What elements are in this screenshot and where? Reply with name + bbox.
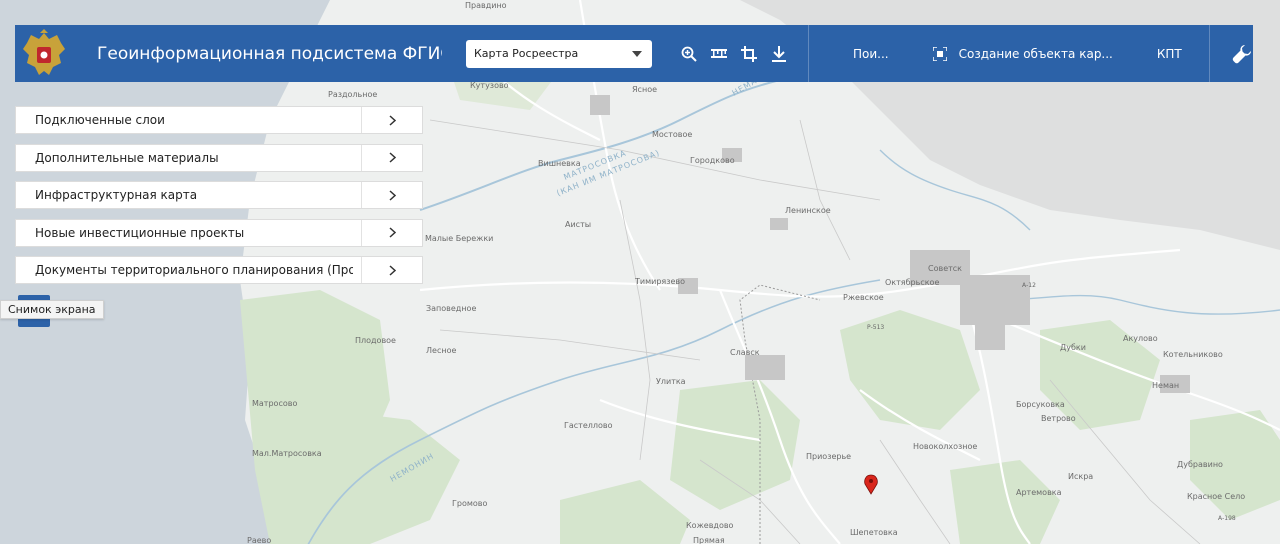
place-label: Приозерье — [806, 452, 851, 461]
place-label: Лесное — [426, 346, 456, 355]
download-icon — [772, 45, 786, 62]
place-label: Матросово — [252, 399, 297, 408]
app-title: Геоинформационная подсистема ФГИС ТП — [97, 43, 442, 64]
place-label: Плодовое — [355, 336, 396, 345]
place-label: Ясное — [632, 85, 657, 94]
place-label: Правдино — [465, 1, 507, 10]
road-label: А-12 — [1022, 282, 1036, 289]
place-label: Громово — [452, 499, 487, 508]
divider — [1208, 25, 1210, 82]
place-label: Раево — [247, 536, 271, 544]
panel-label: Новые инвестиционные проекты — [35, 225, 245, 240]
panel-connected-layers[interactable]: Подключенные слои — [15, 106, 423, 134]
place-label: Кутузово — [470, 81, 509, 90]
zoom-in-button[interactable] — [674, 39, 704, 69]
kpt-menu-item[interactable]: КПТ — [1157, 47, 1182, 61]
place-label: Улитка — [656, 377, 686, 386]
place-label: Аисты — [565, 220, 591, 229]
panel-label: Инфраструктурная карта — [35, 188, 198, 203]
wrench-icon — [1232, 44, 1251, 63]
place-label: Артемовка — [1016, 488, 1062, 497]
place-label: Славск — [730, 348, 760, 357]
place-label: Ленинское — [785, 206, 831, 215]
caret-down-icon — [632, 47, 642, 60]
divider — [808, 25, 809, 82]
search-menu-item[interactable]: Пои... — [853, 47, 889, 61]
chevron-right-icon[interactable] — [361, 182, 422, 209]
place-label: Мал.Матросовка — [252, 449, 322, 458]
road-label: Р-513 — [867, 324, 884, 331]
chevron-right-icon[interactable] — [361, 219, 422, 246]
panel-infrastructure-map[interactable]: Инфраструктурная карта — [15, 181, 423, 210]
basemap-select-value: Карта Росреестра — [474, 47, 579, 60]
place-label: Мостовое — [652, 130, 692, 139]
header-bar: Геоинформационная подсистема ФГИС ТП Кар… — [15, 25, 1253, 82]
zoom-in-icon — [681, 46, 697, 62]
ruler-icon — [711, 48, 727, 58]
place-label: Дубравино — [1177, 460, 1223, 469]
panel-additional-materials[interactable]: Дополнительные материалы — [15, 143, 423, 172]
place-label: Красное Село — [1187, 492, 1245, 501]
place-label: Борсуковка — [1016, 400, 1065, 409]
chevron-right-icon[interactable] — [361, 144, 422, 171]
screenshot-tooltip: Снимок экрана — [0, 300, 104, 319]
map-tools — [674, 39, 794, 69]
download-button[interactable] — [764, 39, 794, 69]
place-label: Ветрово — [1041, 414, 1076, 423]
place-label: Советск — [928, 264, 962, 273]
place-label: Неман — [1152, 381, 1179, 390]
place-label: Ржевское — [843, 293, 884, 302]
place-label: Шепетовка — [850, 528, 898, 537]
place-label: Кожевдово — [686, 521, 734, 530]
layers-panel-list: Подключенные слои Дополнительные материа… — [15, 106, 423, 294]
place-label: Гастеллово — [564, 421, 613, 430]
place-label: Городково — [690, 156, 735, 165]
panel-label: Документы территориального планирования … — [35, 263, 353, 278]
crop-button[interactable] — [734, 39, 764, 69]
place-label: Прямая — [693, 536, 725, 544]
target-icon — [932, 46, 947, 61]
place-label: Раздольное — [328, 90, 377, 99]
panel-territorial-planning-docs[interactable]: Документы территориального планирования … — [15, 256, 423, 285]
place-label: Новоколхозное — [913, 442, 977, 451]
place-label: Искра — [1068, 472, 1093, 481]
place-label: Дубки — [1060, 343, 1086, 352]
russia-coat-of-arms-icon — [18, 28, 70, 80]
basemap-select[interactable]: Карта Росреестра — [466, 39, 652, 68]
road-label: А-198 — [1218, 515, 1236, 522]
measure-button[interactable] — [704, 39, 734, 69]
place-label: Котельниково — [1163, 350, 1223, 359]
place-label: Тимирязево — [634, 277, 685, 286]
place-label: Вишневка — [538, 159, 581, 168]
settings-button[interactable] — [1232, 44, 1252, 64]
place-label: Октябрьское — [885, 278, 939, 287]
place-label: Малые Бережки — [425, 234, 493, 243]
place-label: Акулово — [1123, 334, 1158, 343]
panel-label: Дополнительные материалы — [35, 150, 219, 165]
place-label: Заповедное — [426, 304, 476, 313]
panel-label: Подключенные слои — [35, 113, 165, 127]
chevron-right-icon[interactable] — [361, 107, 422, 133]
crop-icon — [741, 45, 757, 62]
create-map-object-label: Создание объекта кар... — [958, 46, 1113, 61]
chevron-right-icon[interactable] — [361, 257, 422, 284]
panel-investment-projects[interactable]: Новые инвестиционные проекты — [15, 218, 423, 247]
create-map-object-button[interactable]: Создание объекта кар... — [932, 46, 1113, 61]
